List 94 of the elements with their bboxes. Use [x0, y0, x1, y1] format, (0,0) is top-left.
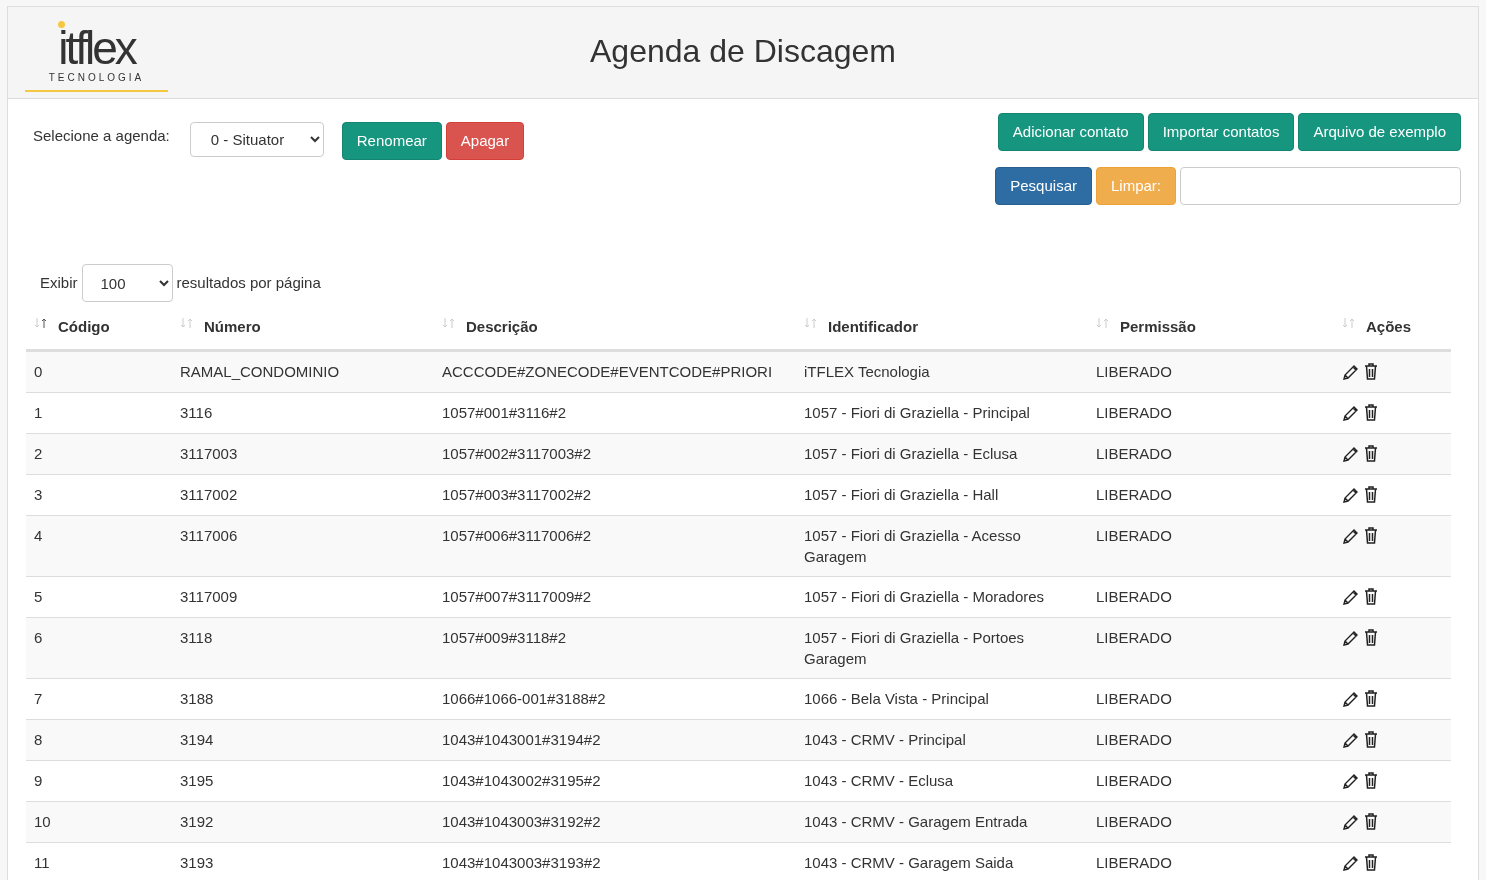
- column-header[interactable]: Código: [58, 316, 110, 339]
- table-cell: 1066#1066-001#3188#2: [442, 689, 606, 707]
- table-cell: 3192: [180, 812, 214, 830]
- table-cell: LIBERADO: [1096, 526, 1172, 544]
- trash-icon[interactable]: [1364, 731, 1378, 748]
- page-size-select[interactable]: 100: [81, 264, 173, 302]
- table-cell: 5: [34, 587, 43, 605]
- column-header[interactable]: Ações: [1366, 316, 1412, 339]
- table-cell: 2: [34, 444, 43, 462]
- agenda-label: Selecione a agenda:: [33, 126, 170, 146]
- table-cell: 3118: [180, 628, 213, 646]
- table-cell: 1057 - Fiori di Graziella - Eclusa: [804, 444, 1018, 462]
- table-cell: 1057 - Fiori di Graziella - Principal: [804, 403, 1030, 421]
- table-cell: LIBERADO: [1096, 362, 1172, 380]
- table-cell: 3117006: [180, 526, 238, 544]
- table-cell: LIBERADO: [1096, 485, 1172, 503]
- table-cell: 9: [34, 771, 43, 789]
- table-cell: 1057#001#3116#2: [442, 403, 567, 421]
- page-size-suffix: resultados por página: [176, 272, 321, 293]
- table-cell: 0: [34, 362, 43, 380]
- table-cell: RAMAL_CONDOMINIO: [180, 362, 340, 380]
- table-cell: 3116: [180, 403, 213, 421]
- table-cell: 1: [34, 403, 43, 421]
- table-cell: 10: [34, 812, 51, 830]
- table-cell: iTFLEX Tecnologia: [804, 362, 930, 380]
- table-cell: 3117003: [180, 444, 238, 462]
- table-cell: 1043#1043001#3194#2: [442, 730, 601, 748]
- logo-tagline: TECNOLOGIA: [48, 71, 145, 85]
- table-cell: LIBERADO: [1096, 812, 1172, 830]
- table-cell: 6: [34, 628, 43, 646]
- trash-icon[interactable]: [1364, 629, 1378, 646]
- table-cell: 1066 - Bela Vista - Principal: [804, 689, 989, 707]
- trash-icon[interactable]: [1364, 363, 1378, 380]
- table-cell: 1057#002#3117003#2: [442, 444, 592, 462]
- trash-icon[interactable]: [1364, 588, 1378, 605]
- table-cell: LIBERADO: [1096, 771, 1172, 789]
- table-cell: LIBERADO: [1096, 403, 1172, 421]
- table-cell: 1043 - CRMV - Principal: [804, 730, 966, 748]
- trash-icon[interactable]: [1364, 854, 1378, 871]
- table-cell: 1057#006#3117006#2: [442, 526, 592, 544]
- column-header[interactable]: Número: [204, 316, 261, 339]
- table-cell: 1043#1043002#3195#2: [442, 771, 601, 789]
- table-cell: LIBERADO: [1096, 689, 1172, 707]
- table-cell: 1057 - Fiori di Graziella - Moradores: [804, 587, 1045, 605]
- table-cell: 1057#003#3117002#2: [442, 485, 592, 503]
- column-header[interactable]: Permissão: [1120, 316, 1196, 339]
- table-cell: ACCCODE#ZONECODE#EVENTCODE#PRIORI: [442, 362, 773, 380]
- table-cell: 3188: [180, 689, 214, 707]
- action-button[interactable]: Apagar: [445, 122, 525, 160]
- action-button[interactable]: Pesquisar: [995, 167, 1092, 205]
- trash-icon[interactable]: [1364, 527, 1378, 544]
- table-cell: 3193: [180, 853, 214, 871]
- action-button[interactable]: Importar contatos: [1147, 113, 1295, 151]
- action-button[interactable]: Adicionar contato: [997, 113, 1144, 151]
- table-cell: 1057#009#3118#2: [442, 628, 567, 646]
- trash-icon[interactable]: [1364, 486, 1378, 503]
- table-cell: 3117002: [180, 485, 238, 503]
- table-cell: 1043#1043003#3192#2: [442, 812, 601, 830]
- table-cell: 1043#1043003#3193#2: [442, 853, 601, 871]
- table-cell: 1043 - CRMV - Garagem Saida: [804, 853, 1014, 871]
- sort-icon[interactable]: [34, 317, 48, 330]
- table-cell: 1057 - Fiori di Graziella - Acesso Garagem: [804, 526, 1021, 565]
- page-size-label: Exibir: [40, 272, 78, 293]
- trash-icon[interactable]: [1364, 404, 1378, 421]
- table-cell: LIBERADO: [1096, 444, 1172, 462]
- table-cell: 3117009: [180, 587, 238, 605]
- table-cell: LIBERADO: [1096, 730, 1172, 748]
- table-cell: LIBERADO: [1096, 628, 1172, 646]
- table-cell: 1057#007#3117009#2: [442, 587, 592, 605]
- table-cell: 1057 - Fiori di Graziella - Hall: [804, 485, 999, 503]
- table-cell: 3194: [180, 730, 214, 748]
- table-cell: LIBERADO: [1096, 587, 1172, 605]
- agenda-select[interactable]: 0 - Situator: [189, 122, 324, 157]
- table-cell: 8: [34, 730, 43, 748]
- table-cell: 4: [34, 526, 43, 544]
- action-button[interactable]: Arquivo de exemplo: [1298, 113, 1461, 151]
- trash-icon[interactable]: [1364, 813, 1378, 830]
- trash-icon[interactable]: [1364, 690, 1378, 707]
- column-header[interactable]: Identificador: [828, 316, 918, 339]
- table-cell: 11: [34, 853, 50, 871]
- trash-icon[interactable]: [1364, 445, 1378, 462]
- page-title: Agenda de Discagem: [590, 31, 896, 71]
- table-cell: LIBERADO: [1096, 853, 1172, 871]
- table-cell: 3195: [180, 771, 214, 789]
- table-cell: 7: [34, 689, 43, 707]
- trash-icon[interactable]: [1364, 772, 1378, 789]
- table-cell: 1057 - Fiori di Graziella - Portoes Garagem: [804, 628, 1025, 667]
- logo-wordmark: itflex: [58, 28, 135, 68]
- column-header[interactable]: Descrição: [466, 316, 538, 339]
- search-field[interactable]: [1180, 167, 1461, 205]
- action-button[interactable]: Renomear: [341, 122, 442, 160]
- table-cell: 1043 - CRMV - Eclusa: [804, 771, 954, 789]
- table-cell: 1043 - CRMV - Garagem Entrada: [804, 812, 1028, 830]
- table-cell: 3: [34, 485, 43, 503]
